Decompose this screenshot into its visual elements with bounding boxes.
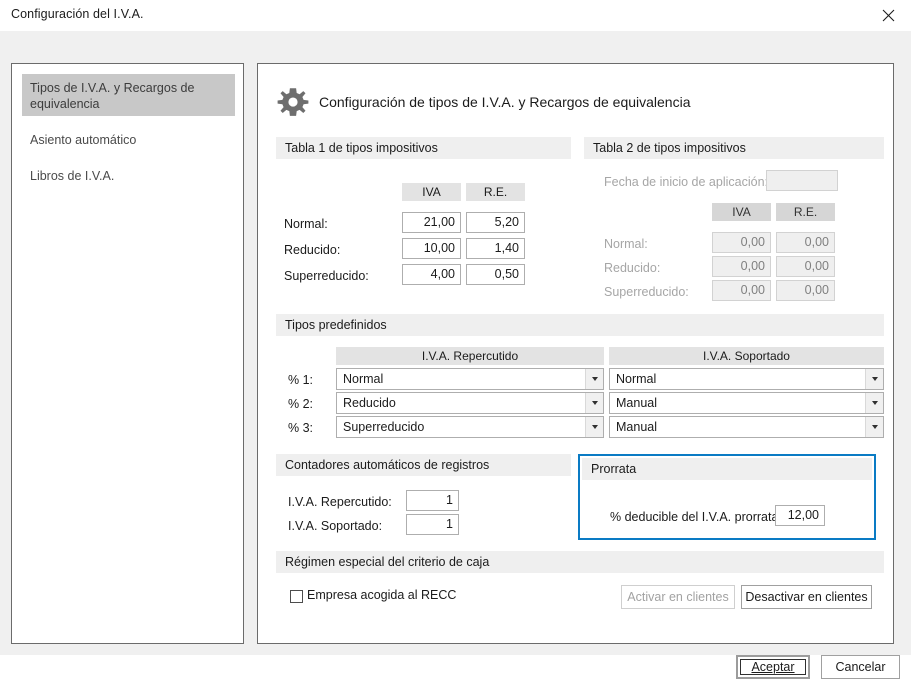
- tabla2-row-label-normal: Normal:: [604, 237, 648, 251]
- tabla2-superreducido-iva: 0,00: [712, 280, 771, 301]
- sidebar-item-tipos-iva[interactable]: Tipos de I.V.A. y Recargos de equivalenc…: [22, 74, 235, 116]
- tabla2-normal-iva: 0,00: [712, 232, 771, 253]
- tabla2-reducido-re: 0,00: [776, 256, 835, 277]
- tabla2-fecha-label: Fecha de inicio de aplicación:: [604, 175, 768, 189]
- recc-checkbox[interactable]: [290, 590, 303, 603]
- chevron-down-icon[interactable]: [585, 369, 603, 389]
- tabla1-col-re: R.E.: [466, 183, 525, 201]
- tabla2-reducido-iva: 0,00: [712, 256, 771, 277]
- chevron-down-icon[interactable]: [585, 393, 603, 413]
- group-header-recc: Régimen especial del criterio de caja: [276, 551, 884, 573]
- dialog-body: Tipos de I.V.A. y Recargos de equivalenc…: [0, 31, 911, 679]
- page-title: Configuración de tipos de I.V.A. y Recar…: [319, 94, 691, 110]
- contador-soportado-input[interactable]: 1: [406, 514, 459, 535]
- combo-repercutido-2[interactable]: Reducido: [336, 392, 604, 414]
- prorrata-group: Prorrata % deducible del I.V.A. prorrata…: [578, 454, 876, 540]
- prorrata-input[interactable]: 12,00: [775, 505, 825, 526]
- predefinidos-row-label-2: % 2:: [288, 397, 314, 411]
- main-panel: Configuración de tipos de I.V.A. y Recar…: [257, 63, 894, 644]
- predefinidos-row-label-1: % 1:: [288, 373, 314, 387]
- accept-button-label: Aceptar: [751, 660, 795, 674]
- tabla1-reducido-iva[interactable]: 10,00: [402, 238, 461, 259]
- group-header-tabla1: Tabla 1 de tipos impositivos: [276, 137, 571, 159]
- sidebar-item-label: Asiento automático: [30, 133, 137, 147]
- tabla1-normal-re[interactable]: 5,20: [466, 212, 525, 233]
- window-title: Configuración del I.V.A.: [11, 7, 144, 21]
- tabla1-row-label-superreducido: Superreducido:: [284, 269, 369, 283]
- predefinidos-row-label-3: % 3:: [288, 421, 314, 435]
- tabla2-row-label-superreducido: Superreducido:: [604, 285, 689, 299]
- chevron-down-icon[interactable]: [865, 393, 883, 413]
- chevron-down-icon[interactable]: [865, 369, 883, 389]
- accept-button[interactable]: Aceptar: [736, 655, 810, 679]
- tabla1-normal-iva[interactable]: 21,00: [402, 212, 461, 233]
- sidebar-item-asiento-automatico[interactable]: Asiento automático: [22, 126, 235, 148]
- group-header-tabla2: Tabla 2 de tipos impositivos: [584, 137, 884, 159]
- tabla2-fecha-input[interactable]: [766, 170, 838, 191]
- prorrata-label: % deducible del I.V.A. prorrata:: [610, 510, 782, 524]
- tabla1-reducido-re[interactable]: 1,40: [466, 238, 525, 259]
- cancel-button[interactable]: Cancelar: [821, 655, 900, 679]
- activar-en-clientes-label: Activar en clientes: [627, 590, 729, 604]
- predefinidos-col-repercutido: I.V.A. Repercutido: [336, 347, 604, 365]
- activar-en-clientes-button[interactable]: Activar en clientes: [621, 585, 735, 609]
- contadores-row-label-soportado: I.V.A. Soportado:: [288, 519, 383, 533]
- group-header-contadores: Contadores automáticos de registros: [276, 454, 571, 476]
- sidebar: Tipos de I.V.A. y Recargos de equivalenc…: [11, 63, 244, 644]
- combo-soportado-3[interactable]: Manual: [609, 416, 884, 438]
- sidebar-item-libros-iva[interactable]: Libros de I.V.A.: [22, 162, 235, 184]
- combo-soportado-2-value: Manual: [616, 396, 657, 410]
- group-header-prorrata: Prorrata: [582, 458, 872, 480]
- close-button[interactable]: [865, 0, 911, 31]
- chevron-down-icon[interactable]: [585, 417, 603, 437]
- combo-soportado-3-value: Manual: [616, 420, 657, 434]
- sidebar-item-label: Tipos de I.V.A. y Recargos de equivalenc…: [30, 81, 195, 111]
- tabla1-row-label-reducido: Reducido:: [284, 243, 341, 257]
- tabla2-row-label-reducido: Reducido:: [604, 261, 661, 275]
- title-bar: Configuración del I.V.A.: [0, 0, 911, 31]
- contadores-row-label-repercutido: I.V.A. Repercutido:: [288, 495, 392, 509]
- predefinidos-col-soportado: I.V.A. Soportado: [609, 347, 884, 365]
- combo-soportado-1[interactable]: Normal: [609, 368, 884, 390]
- combo-repercutido-1[interactable]: Normal: [336, 368, 604, 390]
- tabla1-col-iva: IVA: [402, 183, 461, 201]
- sidebar-item-label: Libros de I.V.A.: [30, 169, 115, 183]
- tabla2-col-re: R.E.: [776, 203, 835, 221]
- close-icon: [882, 9, 895, 22]
- combo-repercutido-1-value: Normal: [343, 372, 384, 386]
- chevron-down-icon[interactable]: [865, 417, 883, 437]
- accept-button-focus-ring: Aceptar: [740, 659, 806, 675]
- recc-checkbox-label: Empresa acogida al RECC: [307, 588, 457, 602]
- desactivar-en-clientes-label: Desactivar en clientes: [745, 590, 868, 604]
- combo-repercutido-3-value: Superreducido: [343, 420, 425, 434]
- tabla2-normal-re: 0,00: [776, 232, 835, 253]
- group-header-tipos-predefinidos: Tipos predefinidos: [276, 314, 884, 336]
- tabla2-superreducido-re: 0,00: [776, 280, 835, 301]
- cancel-button-label: Cancelar: [835, 660, 886, 674]
- tabla1-superreducido-iva[interactable]: 4,00: [402, 264, 461, 285]
- tabla1-superreducido-re[interactable]: 0,50: [466, 264, 525, 285]
- gear-icon: [276, 86, 310, 120]
- desactivar-en-clientes-button[interactable]: Desactivar en clientes: [741, 585, 872, 609]
- contador-repercutido-input[interactable]: 1: [406, 490, 459, 511]
- tabla2-col-iva: IVA: [712, 203, 771, 221]
- combo-soportado-1-value: Normal: [616, 372, 657, 386]
- combo-repercutido-2-value: Reducido: [343, 396, 396, 410]
- combo-repercutido-3[interactable]: Superreducido: [336, 416, 604, 438]
- tabla1-row-label-normal: Normal:: [284, 217, 328, 231]
- combo-soportado-2[interactable]: Manual: [609, 392, 884, 414]
